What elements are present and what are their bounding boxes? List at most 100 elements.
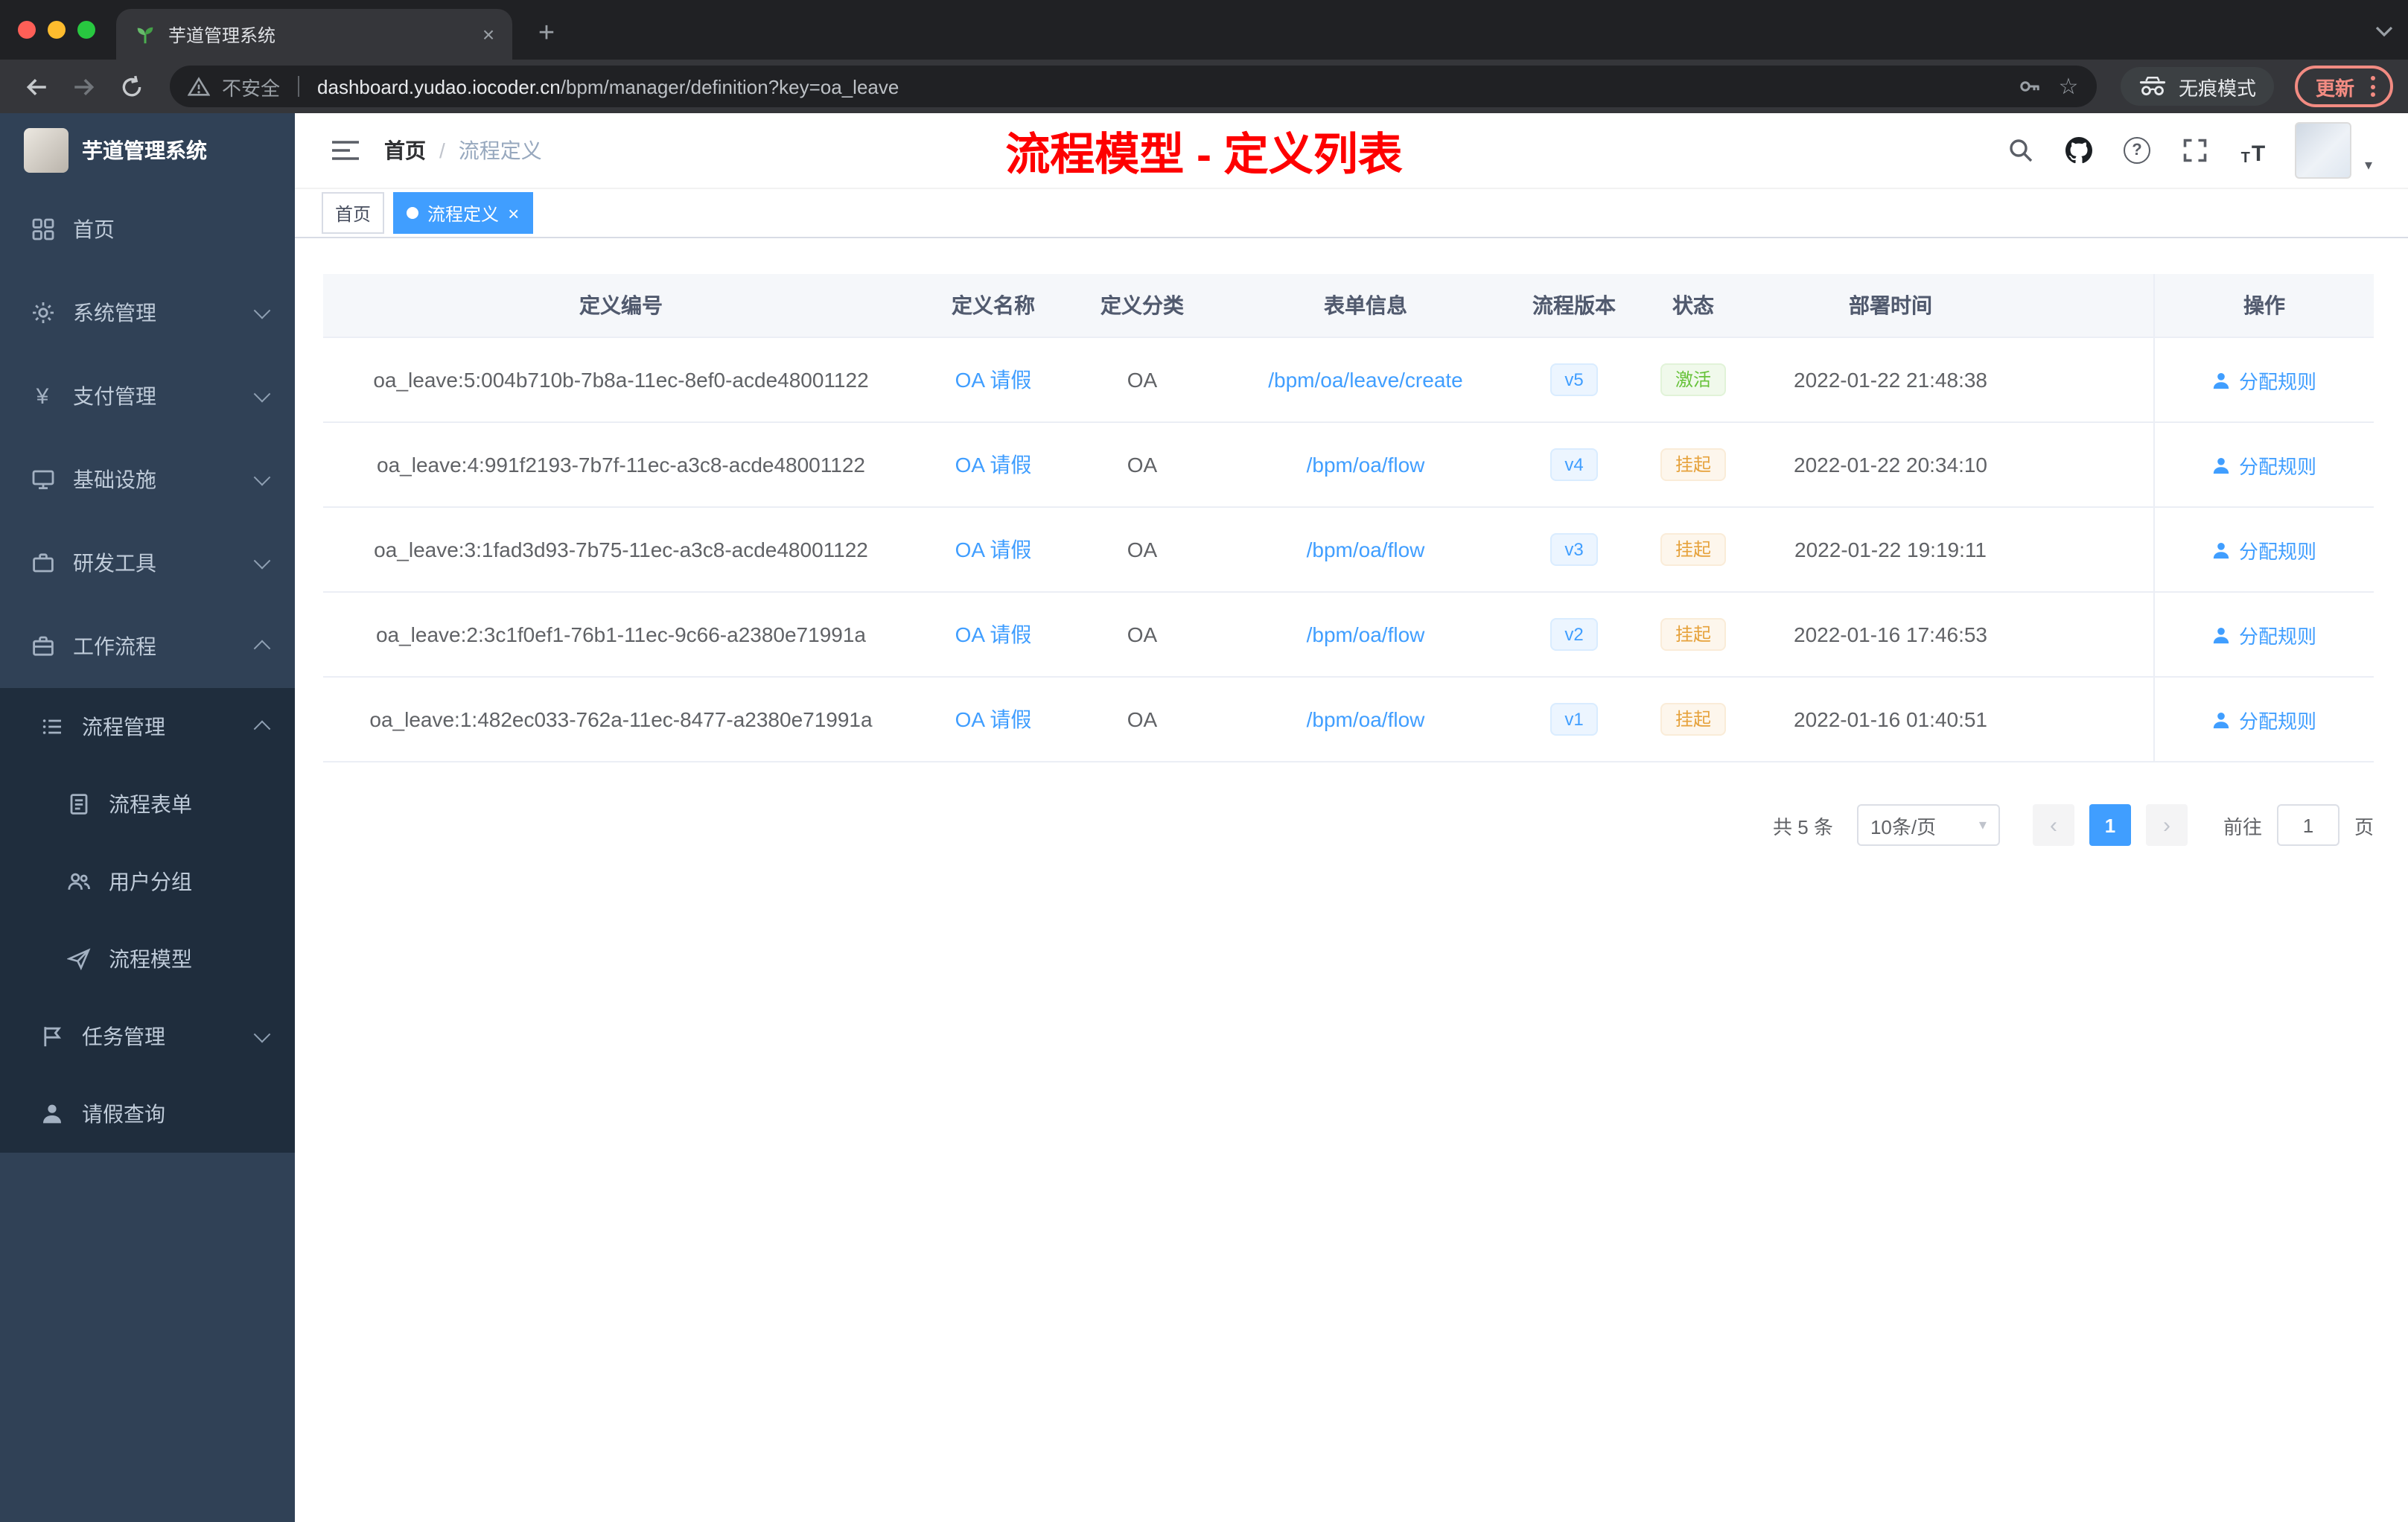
assign-user-icon	[2214, 372, 2230, 389]
goto-page-input[interactable]	[2276, 804, 2339, 846]
sidebar-item-workflow[interactable]: 工作流程	[0, 605, 295, 688]
assign-rule-link[interactable]: 分配规则	[2212, 366, 2316, 394]
sidebar-logo[interactable]: 芋道管理系统	[0, 113, 295, 188]
definition-category: OA	[1127, 623, 1158, 646]
back-icon[interactable]	[15, 66, 57, 107]
browser-menu-icon[interactable]	[2365, 76, 2381, 97]
tag-close-icon[interactable]: ×	[508, 203, 519, 223]
definition-name-link[interactable]: OA 请假	[955, 620, 1032, 649]
bookmark-star-icon[interactable]: ☆	[2055, 73, 2082, 100]
assign-user-icon	[2214, 711, 2230, 728]
form-info-link[interactable]: /bpm/oa/flow	[1307, 538, 1425, 561]
next-page-button[interactable]: ›	[2145, 804, 2188, 846]
sidebar-item-home[interactable]: 首页	[0, 188, 295, 271]
url-text[interactable]: dashboard.yudao.iocoder.cn/bpm/manager/d…	[317, 75, 2004, 98]
sidebar-item-payment[interactable]: ¥ 支付管理	[0, 354, 295, 438]
sidebar-item-user-group[interactable]: 用户分组	[0, 843, 295, 920]
table-row: oa_leave:5:004b710b-7b8a-11ec-8ef0-acde4…	[323, 338, 2374, 423]
header-definition-category: 定义分类	[1101, 293, 1184, 317]
header-form-info: 表单信息	[1324, 293, 1407, 317]
sidebar-item-task-management[interactable]: 任务管理	[0, 998, 295, 1075]
incognito-icon	[2139, 76, 2166, 96]
fullscreen-icon[interactable]	[2179, 134, 2211, 167]
tabstrip-chevron-icon[interactable]	[2375, 18, 2393, 45]
assign-rule-link[interactable]: 分配规则	[2212, 535, 2316, 564]
github-icon[interactable]	[2063, 134, 2095, 167]
table-row: oa_leave:4:991f2193-7b7f-11ec-a3c8-acde4…	[323, 423, 2374, 508]
header-deploy-time: 部署时间	[1849, 293, 1932, 317]
tag-home[interactable]: 首页	[322, 192, 385, 234]
window-minimize-button[interactable]	[48, 21, 66, 39]
definition-name-link[interactable]: OA 请假	[955, 704, 1032, 734]
tab-close-icon[interactable]: ×	[477, 22, 500, 46]
sidebar-item-process-form[interactable]: 流程表单	[0, 765, 295, 843]
sidebar-item-devtools[interactable]: 研发工具	[0, 521, 295, 605]
security-label[interactable]: 不安全	[222, 72, 280, 101]
reload-icon[interactable]	[110, 66, 152, 107]
status-tag: 挂起	[1660, 618, 1726, 651]
sidebar-item-process-management[interactable]: 流程管理	[0, 688, 295, 765]
definition-id: oa_leave:3:1fad3d93-7b75-11ec-a3c8-acde4…	[374, 538, 868, 561]
definition-name-link[interactable]: OA 请假	[955, 365, 1032, 395]
page-size-select[interactable]: 10条/页 ▾	[1856, 804, 2000, 846]
version-tag: v2	[1549, 618, 1599, 651]
browser-tab[interactable]: 芋道管理系统 ×	[116, 9, 512, 60]
help-icon[interactable]: ?	[2121, 134, 2153, 167]
forward-icon[interactable]	[63, 66, 104, 107]
form-info-link[interactable]: /bpm/oa/flow	[1307, 453, 1425, 477]
tab-favicon-icon	[137, 26, 153, 43]
window-zoom-button[interactable]	[77, 21, 95, 39]
sidebar-item-infrastructure[interactable]: 基础设施	[0, 438, 295, 521]
hamburger-icon[interactable]	[319, 124, 372, 177]
address-bar[interactable]: 不安全 dashboard.yudao.iocoder.cn/bpm/manag…	[170, 66, 2097, 107]
chevron-down-icon	[253, 1025, 271, 1043]
definition-category: OA	[1127, 453, 1158, 477]
status-tag: 挂起	[1660, 703, 1726, 736]
status-tag: 挂起	[1660, 533, 1726, 566]
table-header-row: 定义编号 定义名称 定义分类 表单信息 流程版本 状态 部署时间 操作	[323, 274, 2374, 338]
chrome-update-button[interactable]: 更新	[2294, 66, 2393, 107]
sidebar-item-process-model[interactable]: 流程模型	[0, 920, 295, 998]
security-warning-icon[interactable]	[188, 75, 210, 98]
search-icon[interactable]	[2004, 134, 2037, 167]
chevron-down-icon	[253, 552, 271, 570]
incognito-label: 无痕模式	[2178, 77, 2256, 99]
form-info-link[interactable]: /bpm/oa/leave/create	[1268, 368, 1463, 392]
window-close-button[interactable]	[18, 21, 36, 39]
incognito-badge: 无痕模式	[2120, 67, 2274, 106]
form-info-link[interactable]: /bpm/oa/flow	[1307, 707, 1425, 731]
header-filler	[2028, 274, 2153, 337]
update-label: 更新	[2315, 77, 2354, 99]
breadcrumb-home[interactable]: 首页	[384, 136, 426, 165]
definition-id: oa_leave:2:3c1f0ef1-76b1-11ec-9c66-a2380…	[375, 623, 866, 646]
assign-user-icon	[2214, 456, 2230, 474]
flag-icon	[39, 1024, 64, 1049]
page-1-button[interactable]: 1	[2089, 804, 2131, 846]
header-definition-name: 定义名称	[952, 293, 1035, 317]
avatar-caret-icon[interactable]: ▾	[2365, 157, 2372, 173]
sidebar-item-system[interactable]: 系统管理	[0, 271, 295, 354]
tag-process-definition[interactable]: 流程定义 ×	[393, 192, 533, 234]
top-navbar: 首页 / 流程定义 ? T T ▾	[295, 113, 2408, 189]
browser-toolbar: 不安全 dashboard.yudao.iocoder.cn/bpm/manag…	[0, 60, 2408, 113]
definition-name-link[interactable]: OA 请假	[955, 450, 1032, 480]
font-size-icon[interactable]: TT	[2237, 134, 2270, 167]
user-avatar[interactable]	[2294, 122, 2351, 179]
version-tag: v1	[1549, 703, 1599, 736]
form-info-link[interactable]: /bpm/oa/flow	[1307, 623, 1425, 646]
definition-category: OA	[1127, 368, 1158, 392]
assign-rule-link[interactable]: 分配规则	[2212, 450, 2316, 479]
assign-user-icon	[2214, 541, 2230, 558]
table-row: oa_leave:2:3c1f0ef1-76b1-11ec-9c66-a2380…	[323, 593, 2374, 678]
assign-user-icon	[2214, 626, 2230, 643]
assign-rule-link[interactable]: 分配规则	[2212, 705, 2316, 733]
prev-page-button[interactable]: ‹	[2032, 804, 2074, 846]
toolbox-icon	[30, 550, 55, 576]
sidebar-item-leave-query[interactable]: 请假查询	[0, 1075, 295, 1153]
definition-name-link[interactable]: OA 请假	[955, 535, 1032, 564]
password-key-icon[interactable]	[2016, 73, 2043, 100]
assign-rule-link[interactable]: 分配规则	[2212, 620, 2316, 649]
new-tab-button[interactable]: +	[527, 15, 566, 54]
logo-title: 芋道管理系统	[82, 138, 207, 162]
sidebar: 芋道管理系统 首页 系统管理 ¥ 支付管理 基础设施 研发工具 工作流程 流程管…	[0, 113, 295, 1522]
